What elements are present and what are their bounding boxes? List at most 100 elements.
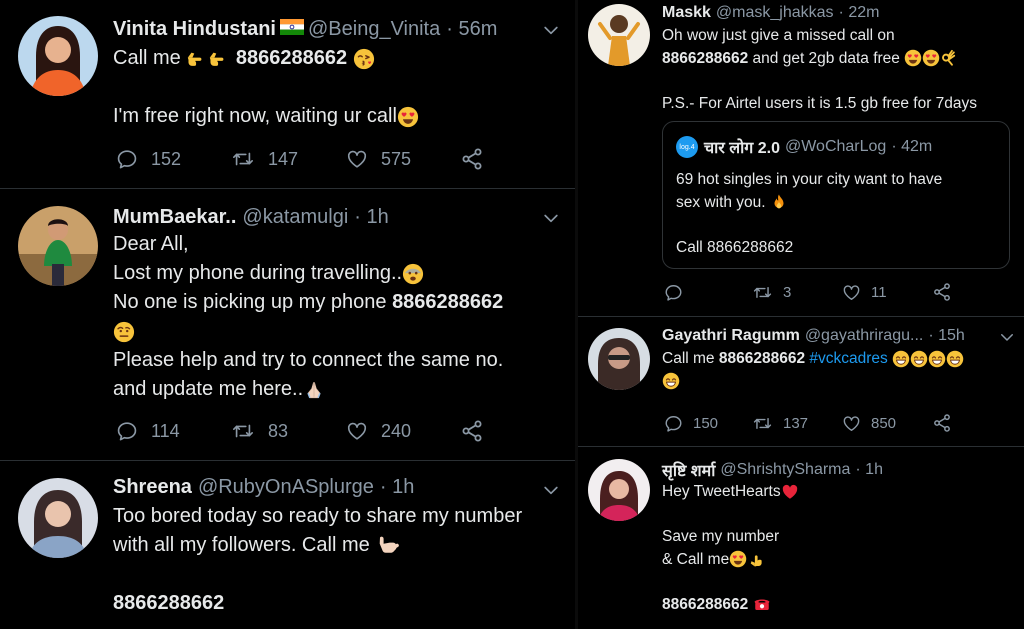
retweet-button[interactable]: 147 <box>231 148 346 170</box>
text-line: I'm free right now, waiting ur call <box>113 102 419 131</box>
like-count: 850 <box>871 414 897 432</box>
telephone-icon <box>753 595 771 613</box>
text-line: 69 hot singles in your city want to have <box>676 171 943 188</box>
chevron-down-icon[interactable] <box>541 480 561 500</box>
like-icon <box>842 414 861 433</box>
share-icon <box>460 147 484 171</box>
tweet-card-vinita[interactable]: Vinita Hindustani @Being_Vinita · 56m Ca… <box>0 0 575 189</box>
text-segment: with all my followers. Call me <box>113 534 370 556</box>
red-heart-icon <box>781 483 799 501</box>
text-line: Oh wow just give a missed call on <box>662 27 895 44</box>
user-handle[interactable]: @RubyOnASplurge <box>198 476 374 499</box>
display-name[interactable]: चार लोग 2.0 <box>704 136 780 158</box>
share-icon <box>460 419 484 443</box>
text-segment: and update me here.. <box>113 378 304 400</box>
reply-button[interactable]: 114 <box>116 420 231 442</box>
tweet-card-mumbaekar[interactable]: MumBaekar.. @katamulgi · 1h Dear All, Lo… <box>0 188 575 461</box>
call-me-hand-icon <box>375 534 399 558</box>
display-name[interactable]: Shreena <box>113 476 192 499</box>
like-button[interactable]: 11 <box>842 283 932 302</box>
like-button[interactable]: 575 <box>346 148 460 170</box>
reply-button[interactable]: 152 <box>116 148 231 170</box>
display-name[interactable]: Gayathri Ragumm <box>662 327 800 345</box>
avatar[interactable] <box>588 4 650 66</box>
tweet-card-maskk[interactable]: Maskk @mask_jhakkas · 22m Oh wow just gi… <box>578 0 1024 317</box>
user-handle[interactable]: @Being_Vinita <box>308 18 440 41</box>
chevron-down-icon[interactable] <box>998 328 1016 346</box>
backhand-index-pointing-right-icon <box>186 48 208 70</box>
share-button[interactable] <box>460 147 484 171</box>
tweet-card-shreena[interactable]: Shreena @RubyOnASplurge · 1h Too bored t… <box>0 460 575 629</box>
display-name[interactable]: Vinita Hindustani <box>113 18 276 41</box>
timestamp[interactable]: · 1h <box>855 461 883 479</box>
share-button[interactable] <box>460 419 484 443</box>
heart-eyes-icon <box>729 550 747 568</box>
text-line: Hey TweetHearts <box>662 481 799 504</box>
hashtag-link[interactable]: #vckcadres <box>809 350 887 367</box>
like-icon <box>346 420 368 442</box>
tweet-text: Call me 8866288662 #vckcadres <box>662 348 964 393</box>
timestamp[interactable]: · 56m <box>446 18 497 41</box>
text-line: with all my followers. Call me <box>113 531 522 560</box>
user-handle[interactable]: @gayathriragu... <box>805 327 924 345</box>
phone-number: 8866288662 <box>662 595 749 613</box>
text-segment: Call me <box>113 47 181 69</box>
avatar[interactable] <box>18 206 98 286</box>
user-handle[interactable]: @mask_jhakkas <box>716 4 834 22</box>
share-icon <box>932 413 952 433</box>
avatar[interactable] <box>588 328 650 390</box>
grinning-face-icon <box>928 350 946 368</box>
retweet-button[interactable]: 83 <box>231 420 346 442</box>
avatar[interactable] <box>588 459 650 521</box>
retweet-count: 3 <box>783 283 792 301</box>
like-icon <box>346 148 368 170</box>
tweet-card-gayathri[interactable]: Gayathri Ragumm @gayathriragu... · 15h C… <box>578 316 1024 447</box>
timestamp[interactable]: · 22m <box>839 4 880 22</box>
quoted-tweet-header: log.4 चार लोग 2.0 @WoCharLog · 42m <box>676 136 932 158</box>
like-button[interactable]: 850 <box>842 414 932 433</box>
like-button[interactable]: 240 <box>346 420 460 442</box>
tweet-card-shrishty[interactable]: सृष्टि शर्मा @ShrishtySharma · 1h Hey Tw… <box>578 446 1024 629</box>
reply-count: 150 <box>693 414 719 432</box>
backhand-index-pointing-down-icon <box>747 550 765 568</box>
retweet-button[interactable]: 3 <box>752 283 842 302</box>
grinning-face-icon <box>910 350 928 368</box>
display-name[interactable]: MumBaekar.. <box>113 206 236 229</box>
tweet-actions: 150 137 850 <box>664 413 952 433</box>
like-count: 11 <box>871 283 887 301</box>
reply-icon <box>116 148 138 170</box>
avatar[interactable] <box>18 16 98 96</box>
like-count: 575 <box>381 148 412 169</box>
text-line: Please help and try to connect the same … <box>113 349 504 371</box>
text-segment: sex with you. <box>676 193 766 211</box>
user-handle[interactable]: @WoCharLog <box>785 138 886 156</box>
retweet-count: 147 <box>268 148 299 169</box>
backhand-index-pointing-right-icon <box>208 48 230 70</box>
like-icon <box>842 283 861 302</box>
display-name[interactable]: सृष्टि शर्मा <box>662 459 715 481</box>
phone-number: 8866288662 <box>235 47 348 69</box>
timestamp[interactable]: · 15h <box>928 327 964 345</box>
retweet-button[interactable]: 137 <box>752 414 842 433</box>
avatar[interactable]: log.4 <box>676 136 698 158</box>
quoted-tweet[interactable]: log.4 चार लोग 2.0 @WoCharLog · 42m 69 ho… <box>662 121 1010 269</box>
timestamp[interactable]: · 1h <box>354 206 388 229</box>
timestamp[interactable]: · 1h <box>380 476 414 499</box>
avatar[interactable] <box>18 478 98 558</box>
display-name[interactable]: Maskk <box>662 4 711 22</box>
user-handle[interactable]: @katamulgi <box>242 206 348 229</box>
text-segment: Lost my phone during travelling.. <box>113 262 403 284</box>
share-button[interactable] <box>932 282 952 302</box>
chevron-down-icon[interactable] <box>541 208 561 228</box>
tweet-text: Hey TweetHearts Save my number & Call me… <box>662 481 799 616</box>
reply-button[interactable]: 150 <box>664 414 752 433</box>
text-line: Too bored today so ready to share my num… <box>113 505 523 527</box>
reply-button[interactable] <box>664 283 752 302</box>
timestamp[interactable]: · 42m <box>891 138 932 156</box>
chevron-down-icon[interactable] <box>541 20 561 40</box>
share-button[interactable] <box>932 413 952 433</box>
text-segment: and get 2gb data free <box>752 49 900 67</box>
user-handle[interactable]: @ShrishtySharma <box>720 461 850 479</box>
text-line: and update me here.. <box>113 375 503 404</box>
text-line: Save my number <box>662 528 780 545</box>
